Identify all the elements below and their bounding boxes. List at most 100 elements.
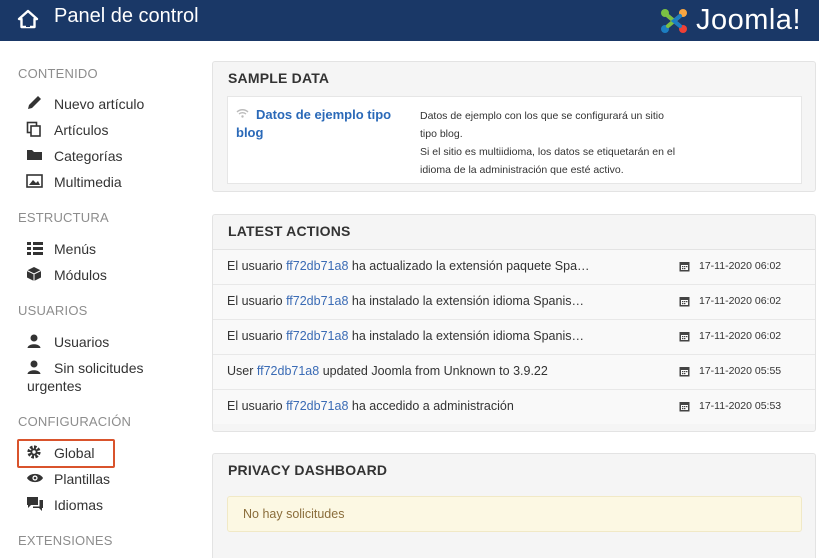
action-text: User ff72db71a8 updated Joomla from Unkn… bbox=[227, 364, 607, 378]
action-date: 17-11-2020 05:55 bbox=[679, 365, 781, 377]
action-suffix: updated Joomla from Unknown to 3.9.22 bbox=[319, 364, 548, 378]
sidebar-item-plantillas[interactable]: Plantillas bbox=[26, 470, 110, 488]
sidebar-item-label: Multimedia bbox=[54, 174, 122, 190]
sidebar-item-articulos[interactable]: Artículos bbox=[26, 121, 108, 139]
desc-line: Datos de ejemplo con los que se configur… bbox=[420, 110, 664, 122]
action-text: El usuario ff72db71a8 ha instalado la ex… bbox=[227, 329, 607, 343]
sample-data-description: Datos de ejemplo con los que se configur… bbox=[420, 107, 705, 179]
action-prefix: El usuario bbox=[227, 399, 287, 413]
joomla-brand-text: Joomla! bbox=[695, 4, 801, 36]
action-date-text: 17-11-2020 05:55 bbox=[699, 365, 782, 377]
joomla-logo[interactable]: Joomla! bbox=[656, 0, 801, 41]
action-row: El usuario ff72db71a8 ha instalado la ex… bbox=[213, 319, 815, 354]
action-date: 17-11-2020 06:02 bbox=[679, 330, 781, 342]
action-date: 17-11-2020 06:02 bbox=[679, 295, 781, 307]
sidebar-item-label: Artículos bbox=[54, 122, 109, 138]
sidebar-item-label: Plantillas bbox=[54, 471, 111, 487]
latest-actions-list: El usuario ff72db71a8 ha actualizado la … bbox=[213, 249, 815, 424]
sample-data-link-label: Datos de ejemplo tipo blog bbox=[236, 107, 392, 140]
sidebar-item-label: Nuevo artículo bbox=[54, 96, 145, 112]
privacy-dashboard-panel: PRIVACY DASHBOARD No hay solicitudes bbox=[212, 453, 816, 558]
action-user-link[interactable]: ff72db71a8 bbox=[286, 259, 348, 273]
action-suffix: ha instalado la extensión idioma Spanis… bbox=[348, 294, 584, 308]
action-prefix: El usuario bbox=[227, 329, 287, 343]
section-title-usuarios: USUARIOS bbox=[18, 303, 88, 318]
action-suffix: ha actualizado la extensión paquete Spa… bbox=[348, 259, 590, 273]
action-prefix: El usuario bbox=[227, 259, 287, 273]
wifi-icon bbox=[236, 106, 250, 124]
action-date-text: 17-11-2020 06:02 bbox=[699, 330, 782, 342]
pencil-icon bbox=[26, 95, 46, 111]
latest-actions-title: LATEST ACTIONS bbox=[228, 223, 351, 239]
action-date: 17-11-2020 05:53 bbox=[679, 400, 781, 412]
desc-line: tipo blog. bbox=[420, 128, 463, 140]
global-highlight-box bbox=[17, 439, 115, 468]
folder-icon bbox=[26, 147, 46, 163]
desc-line: Si el sitio es multiidioma, los datos se… bbox=[420, 146, 676, 158]
action-date-text: 17-11-2020 05:53 bbox=[699, 400, 782, 412]
action-user-link[interactable]: ff72db71a8 bbox=[286, 399, 348, 413]
cube-icon bbox=[26, 266, 46, 282]
sidebar-item-label: Categorías bbox=[54, 148, 123, 164]
user-icon bbox=[26, 333, 46, 349]
sidebar-item-sin-solicitudes[interactable]: Sin solicitudes urgentes bbox=[26, 359, 186, 394]
action-suffix: ha accedido a administración bbox=[348, 399, 514, 413]
image-icon bbox=[26, 173, 46, 189]
section-title-contenido: CONTENIDO bbox=[18, 66, 98, 81]
sample-data-body: Datos de ejemplo tipo blog Datos de ejem… bbox=[227, 96, 802, 184]
sidebar-item-label: Módulos bbox=[54, 267, 107, 283]
sidebar: CONTENIDO Nuevo artículo Artículos Categ… bbox=[0, 41, 200, 558]
sidebar-item-label: Menús bbox=[54, 241, 97, 257]
sidebar-item-idiomas[interactable]: Idiomas bbox=[26, 496, 103, 514]
action-text: El usuario ff72db71a8 ha actualizado la … bbox=[227, 259, 607, 273]
action-row: El usuario ff72db71a8 ha instalado la ex… bbox=[213, 284, 815, 319]
calendar-icon bbox=[679, 296, 690, 306]
action-user-link[interactable]: ff72db71a8 bbox=[286, 294, 348, 308]
latest-actions-panel: LATEST ACTIONS El usuario ff72db71a8 ha … bbox=[212, 214, 816, 432]
calendar-icon bbox=[679, 261, 690, 271]
calendar-icon bbox=[679, 401, 690, 411]
sidebar-item-nuevo-articulo[interactable]: Nuevo artículo bbox=[26, 95, 144, 113]
section-title-estructura: ESTRUCTURA bbox=[18, 210, 109, 225]
joomla-logo-icon bbox=[660, 8, 687, 33]
desc-line: idioma de la administración que esté act… bbox=[420, 164, 624, 176]
calendar-icon bbox=[679, 366, 690, 376]
sidebar-item-categorias[interactable]: Categorías bbox=[26, 147, 122, 165]
action-prefix: El usuario bbox=[227, 294, 287, 308]
calendar-icon bbox=[679, 331, 690, 341]
action-text: El usuario ff72db71a8 ha instalado la ex… bbox=[227, 294, 607, 308]
action-text: El usuario ff72db71a8 ha accedido a admi… bbox=[227, 399, 607, 413]
action-date-text: 17-11-2020 06:02 bbox=[699, 295, 782, 307]
sidebar-item-usuarios[interactable]: Usuarios bbox=[26, 333, 109, 351]
page-title: Panel de control bbox=[54, 5, 199, 27]
sample-data-blog-link[interactable]: Datos de ejemplo tipo blog bbox=[236, 106, 411, 142]
section-title-extensiones: EXTENSIONES bbox=[18, 533, 113, 548]
sidebar-item-menus[interactable]: Menús bbox=[26, 240, 96, 258]
action-row: El usuario ff72db71a8 ha accedido a admi… bbox=[213, 389, 815, 424]
top-header: Panel de control Joomla! bbox=[0, 0, 819, 41]
sidebar-item-label: Sin solicitudes bbox=[54, 360, 144, 376]
action-user-link[interactable]: ff72db71a8 bbox=[286, 329, 348, 343]
list-icon bbox=[26, 240, 46, 256]
no-requests-alert: No hay solicitudes bbox=[227, 496, 802, 532]
action-row: El usuario ff72db71a8 ha actualizado la … bbox=[213, 249, 815, 284]
sidebar-item-label: Usuarios bbox=[54, 334, 110, 350]
action-suffix: ha instalado la extensión idioma Spanis… bbox=[348, 329, 584, 343]
action-date-text: 17-11-2020 06:02 bbox=[699, 260, 782, 272]
sidebar-item-label-line2: urgentes bbox=[27, 378, 82, 394]
section-title-configuracion: CONFIGURACIÓN bbox=[18, 414, 132, 429]
action-user-link[interactable]: ff72db71a8 bbox=[257, 364, 319, 378]
sidebar-item-label: Idiomas bbox=[54, 497, 104, 513]
eye-icon bbox=[26, 470, 46, 486]
user-icon bbox=[26, 359, 46, 375]
action-prefix: User bbox=[227, 364, 257, 378]
action-date: 17-11-2020 06:02 bbox=[679, 260, 781, 272]
home-icon[interactable] bbox=[17, 8, 39, 30]
sample-data-panel: SAMPLE DATA Datos de ejemplo tipo blog D… bbox=[212, 61, 816, 192]
privacy-dashboard-title: PRIVACY DASHBOARD bbox=[228, 462, 388, 478]
comments-icon bbox=[26, 496, 46, 512]
sidebar-item-modulos[interactable]: Módulos bbox=[26, 266, 107, 284]
copy-icon bbox=[26, 121, 46, 137]
sample-data-title: SAMPLE DATA bbox=[228, 70, 330, 86]
sidebar-item-multimedia[interactable]: Multimedia bbox=[26, 173, 122, 191]
